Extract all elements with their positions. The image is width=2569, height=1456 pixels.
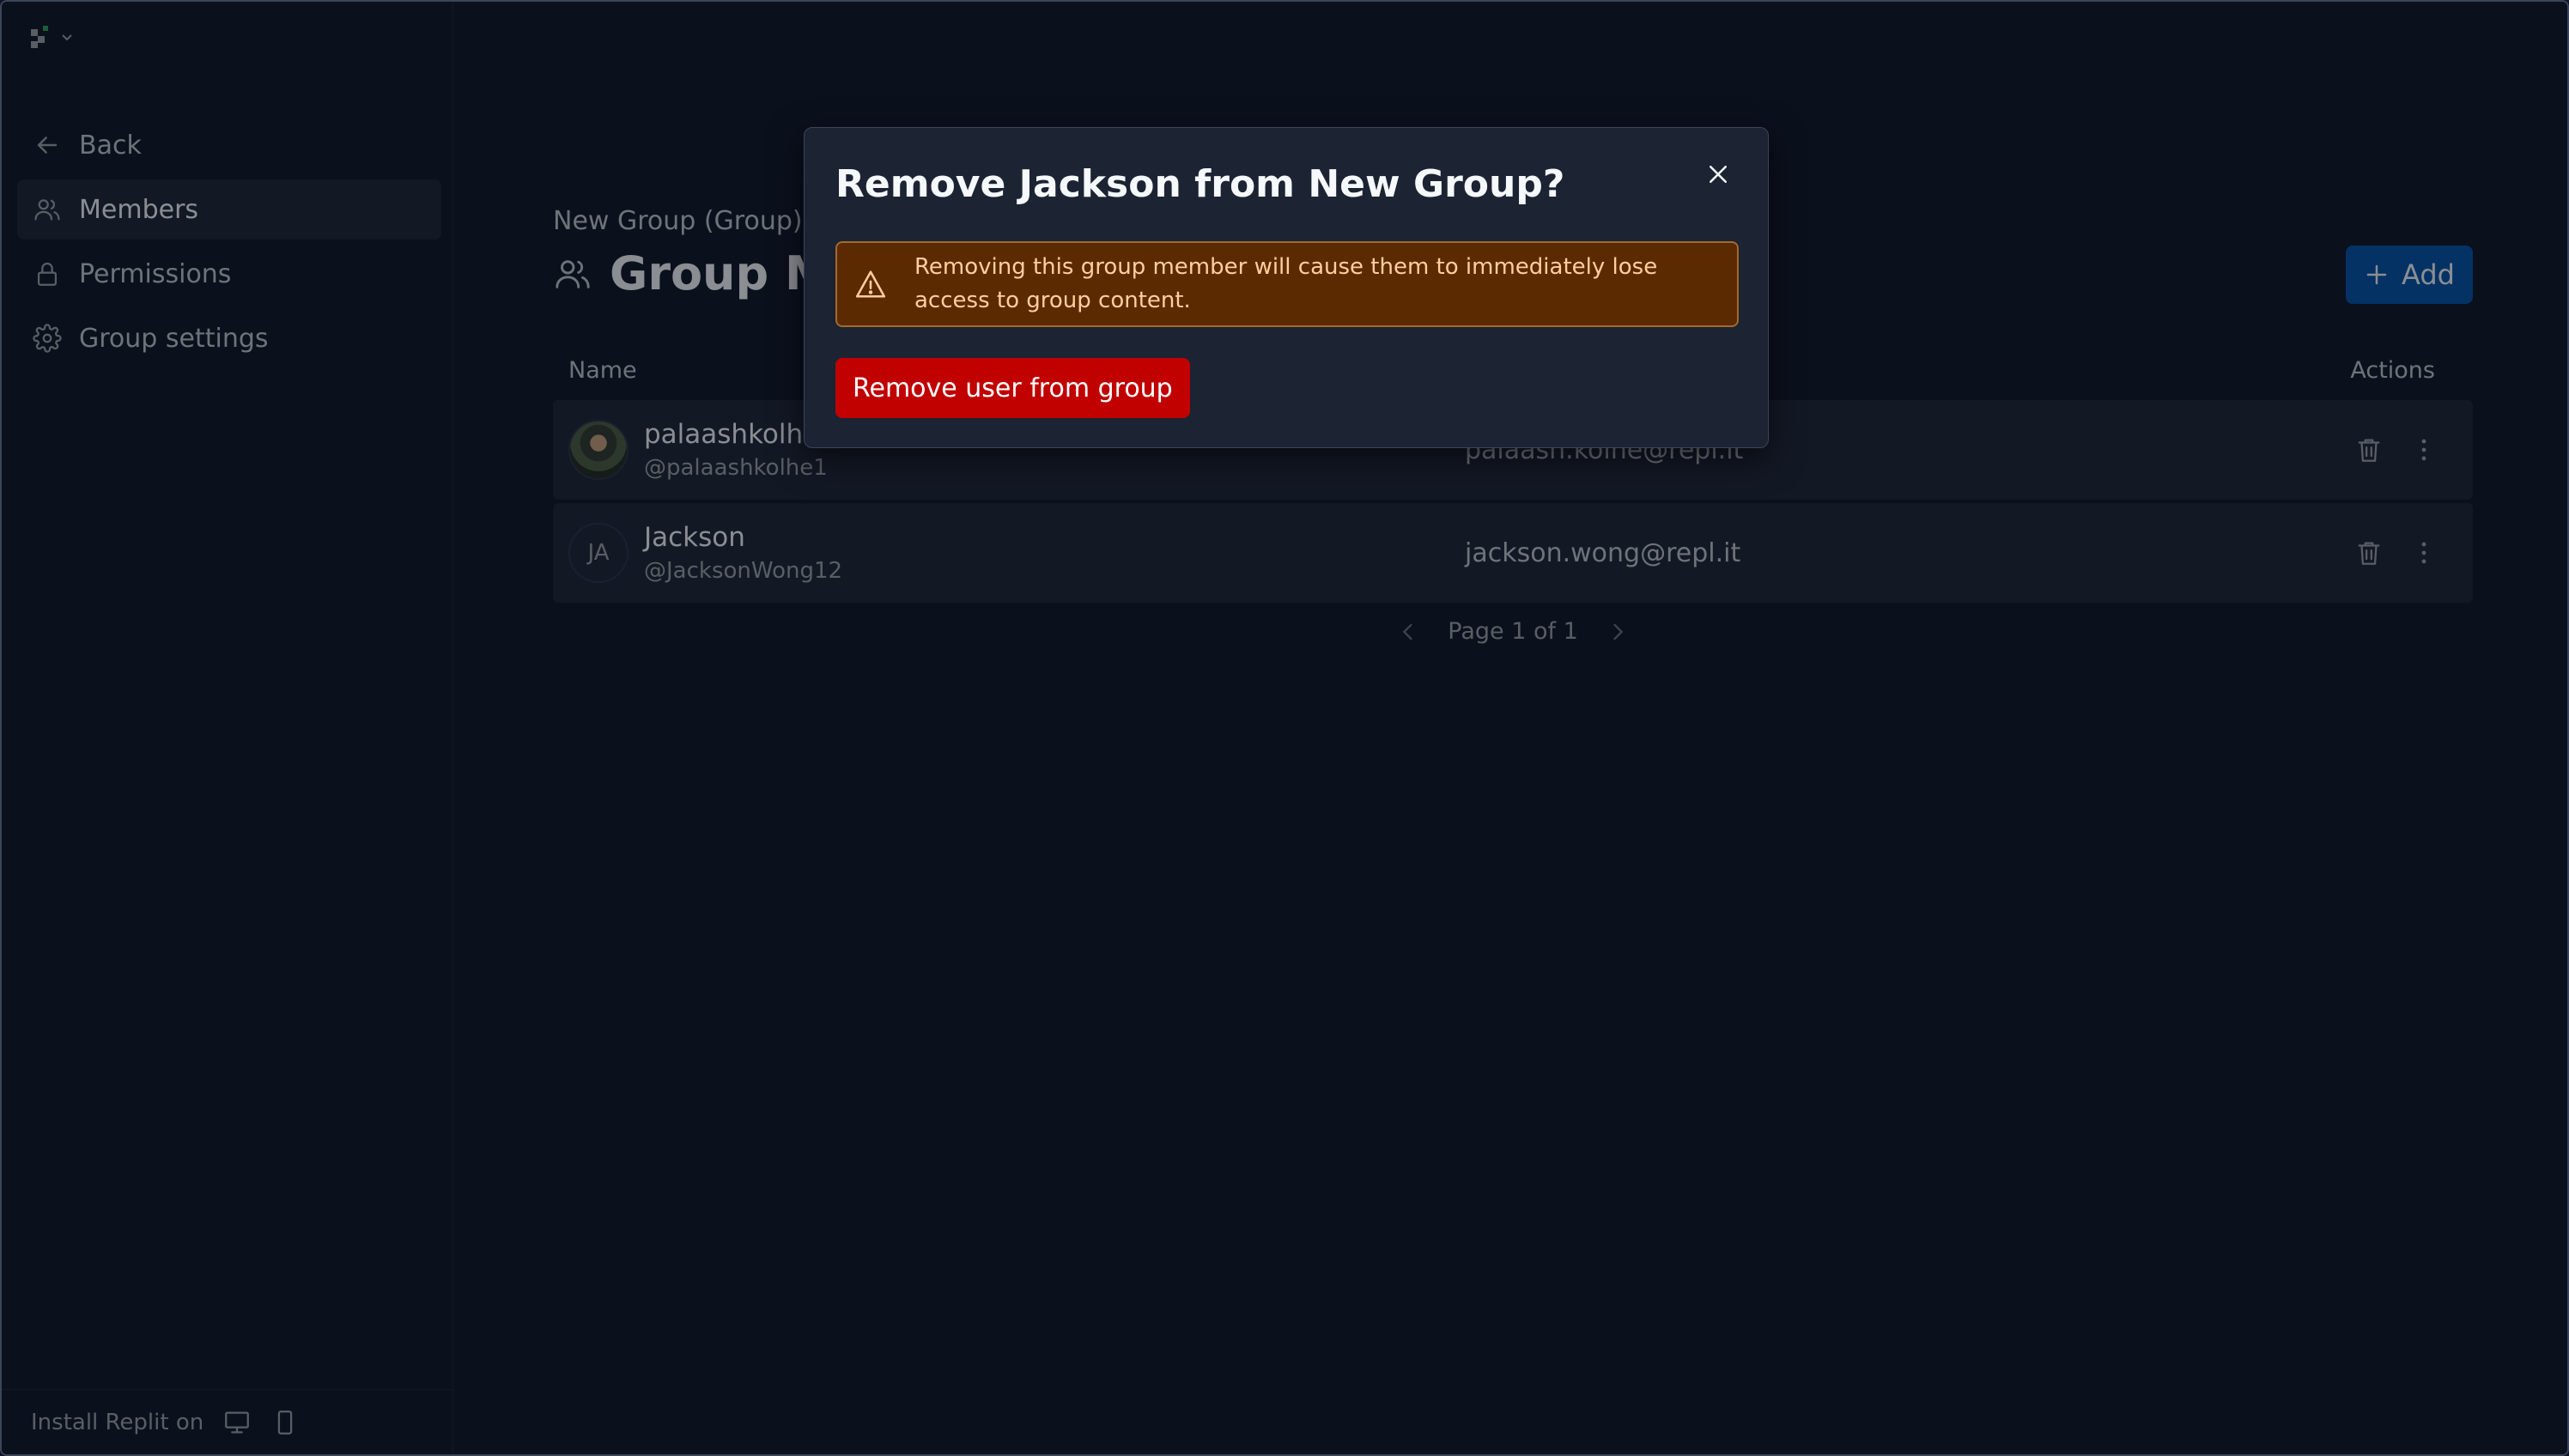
close-button[interactable] [1697, 154, 1739, 195]
warning-triangle-icon [855, 270, 886, 298]
dialog-title: Remove Jackson from New Group? [835, 162, 1565, 206]
close-icon [1710, 166, 1727, 183]
app-window: Back Members Permissions Group settings … [0, 0, 2569, 1456]
warning-text: Removing this group member will cause th… [914, 254, 1658, 313]
remove-user-button[interactable]: Remove user from group [835, 358, 1190, 418]
warning-banner: Removing this group member will cause th… [835, 241, 1739, 327]
remove-member-dialog: Remove Jackson from New Group? Removing … [804, 127, 1769, 448]
